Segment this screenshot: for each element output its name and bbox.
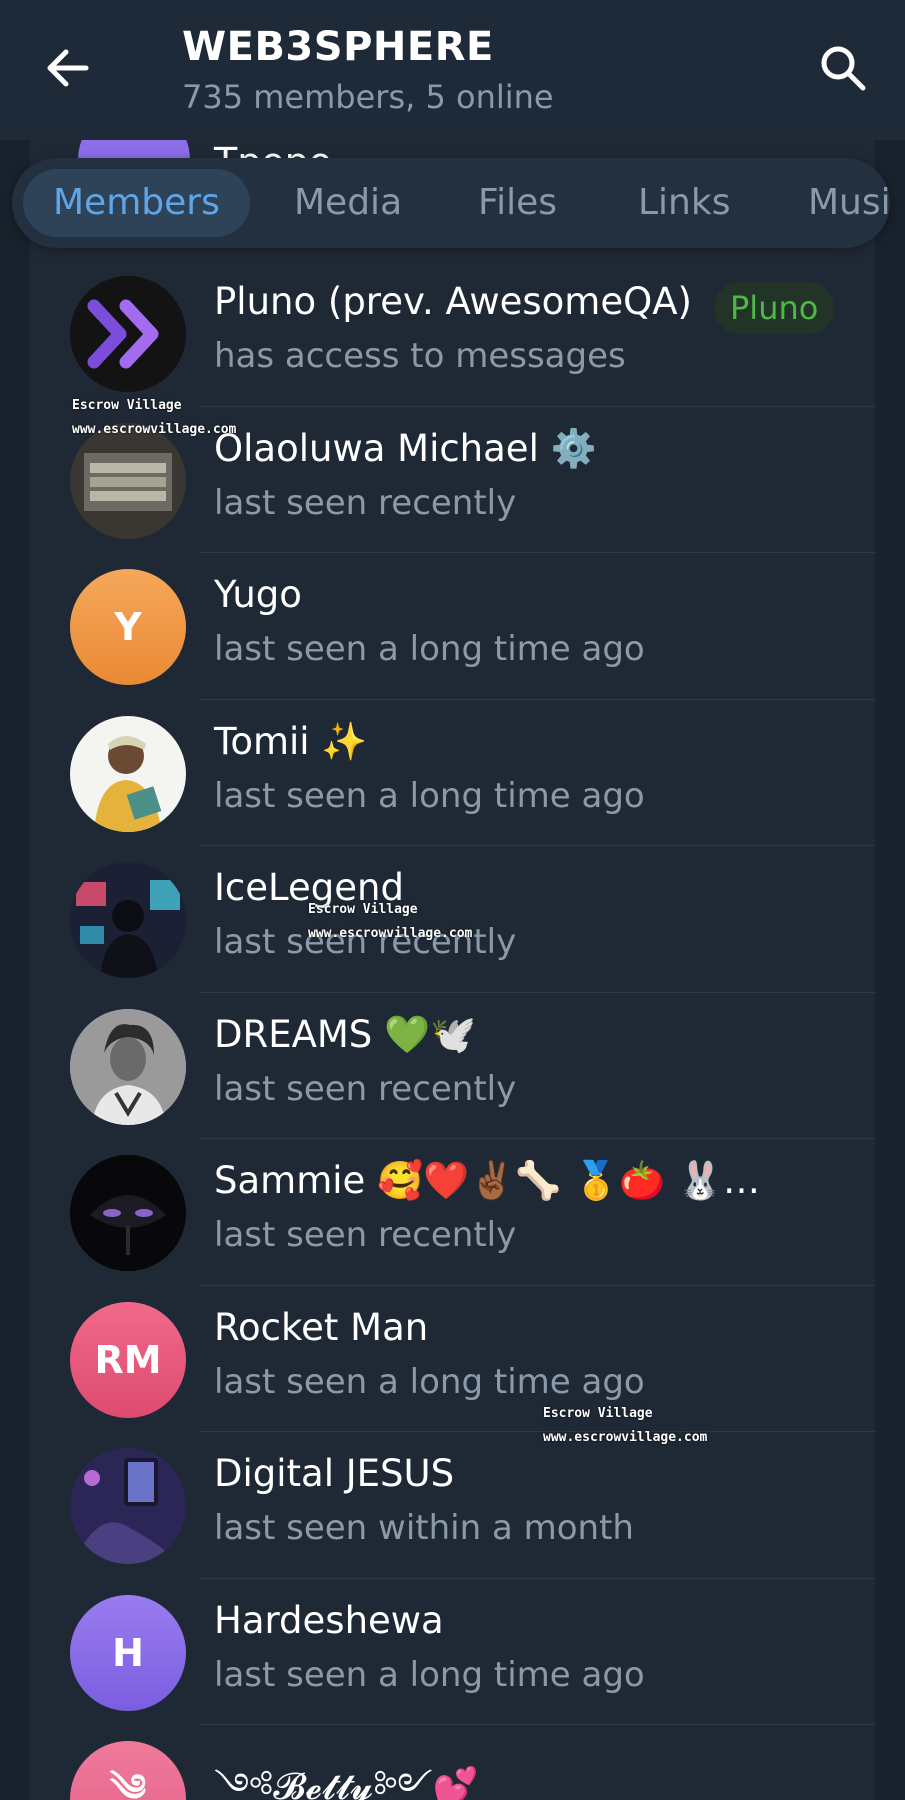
member-row[interactable]: Y Yugo last seen a long time ago <box>30 553 875 700</box>
avatar: H <box>70 1594 186 1711</box>
dark-character-icon <box>70 1155 186 1271</box>
avatar <box>70 715 186 832</box>
member-status: last seen within a month <box>214 1508 634 1548</box>
avatar <box>70 276 186 392</box>
member-list: Pluno (prev. AwesomeQA) Pluno has access… <box>30 260 875 1800</box>
avatar: Y <box>70 569 186 685</box>
section-tabs: Members Media Files Links Musi <box>12 158 890 248</box>
member-name: Hardeshewa <box>214 1598 444 1642</box>
neon-room-photo-icon <box>70 1448 186 1564</box>
member-status: last seen recently <box>214 1215 517 1255</box>
reader-illustration-icon <box>94 735 162 832</box>
avatar: RM <box>70 1301 186 1418</box>
avatar <box>70 862 186 978</box>
member-status: has access to messages <box>214 336 626 376</box>
member-status: last seen a long time ago <box>214 1361 645 1402</box>
member-status: last seen recently <box>214 482 517 523</box>
member-status: last seen recently <box>214 1068 517 1109</box>
member-name: ༺𝓑𝓮𝓽𝓽𝔂༻💕 <box>214 1765 479 1800</box>
member-name: Yugo <box>214 573 302 616</box>
chevrons-logo-icon <box>87 299 159 369</box>
member-row[interactable]: ༄ ༺𝓑𝓮𝓽𝓽𝔂༻💕 <box>30 1725 875 1800</box>
top-app-bar: WEB3SPHERE 735 members, 5 online <box>0 0 905 140</box>
member-name: Pluno (prev. AwesomeQA) <box>214 280 692 323</box>
members-panel: Tpopo Pluno (prev. AwesomeQA) Pluno has … <box>30 140 875 1800</box>
role-badge: Pluno <box>714 282 835 334</box>
tab-music[interactable]: Musi <box>808 169 890 237</box>
member-row[interactable]: DREAMS 💚🕊️ last seen recently <box>30 993 875 1139</box>
portrait-sketch-icon <box>70 1008 186 1125</box>
member-row[interactable]: Pluno (prev. AwesomeQA) Pluno has access… <box>30 260 875 407</box>
hacker-photo-icon <box>70 862 186 978</box>
tab-files[interactable]: Files <box>478 169 557 237</box>
watermark: Escrow Village www.escrowvillage.com <box>308 902 473 941</box>
tab-links[interactable]: Links <box>638 169 730 237</box>
back-arrow-icon[interactable] <box>36 36 100 100</box>
avatar <box>70 1008 186 1125</box>
member-name: Sammie 🥰❤️✌🏾🦴 🥇🍅 🐰… <box>214 1159 761 1202</box>
avatar-initials: ༄ <box>109 1765 147 1800</box>
search-icon[interactable] <box>811 36 875 100</box>
member-name: Olaoluwa Michael ⚙️ <box>214 426 597 470</box>
member-status: last seen a long time ago <box>214 1654 645 1695</box>
avatar <box>70 1155 186 1271</box>
group-title: WEB3SPHERE <box>182 24 494 70</box>
member-row[interactable]: Sammie 🥰❤️✌🏾🦴 🥇🍅 🐰… last seen recently <box>30 1139 875 1286</box>
member-row[interactable]: RM Rocket Man last seen a long time ago <box>30 1286 875 1432</box>
tab-members[interactable]: Members <box>23 169 250 237</box>
member-name: Digital JESUS <box>214 1452 455 1495</box>
member-count: 735 members, 5 online <box>182 78 554 116</box>
avatar-initials: H <box>112 1630 144 1675</box>
avatar <box>70 1448 186 1564</box>
member-status: last seen a long time ago <box>214 629 645 669</box>
avatar-initials: RM <box>94 1337 162 1382</box>
watermark: Escrow Village www.escrowvillage.com <box>543 1406 708 1445</box>
tab-media[interactable]: Media <box>294 169 402 237</box>
member-row[interactable]: Digital JESUS last seen within a month <box>30 1432 875 1579</box>
member-status: last seen a long time ago <box>214 775 645 816</box>
member-name: DREAMS 💚🕊️ <box>214 1012 477 1056</box>
member-name: Rocket Man <box>214 1305 429 1349</box>
member-row[interactable]: H Hardeshewa last seen a long time ago <box>30 1579 875 1725</box>
member-name: Tomii ✨ <box>214 719 368 763</box>
avatar: ༄ <box>70 1741 186 1800</box>
member-row[interactable]: Tomii ✨ last seen a long time ago <box>30 700 875 846</box>
watermark: Escrow Village www.escrowvillage.com <box>72 398 237 437</box>
avatar-initials: Y <box>114 605 142 649</box>
